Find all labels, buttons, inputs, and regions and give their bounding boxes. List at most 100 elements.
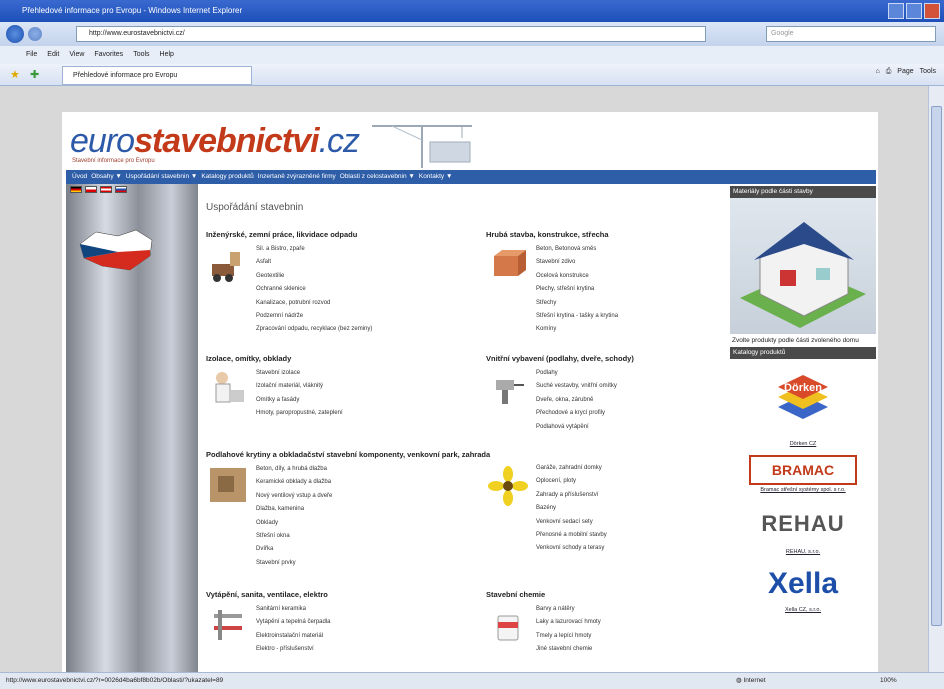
scrollbar-thumb[interactable]: [931, 106, 942, 626]
list-item[interactable]: Geotextilie: [256, 270, 372, 283]
list-item[interactable]: Tmely a lepící hmoty: [536, 630, 601, 643]
list-item[interactable]: Podzemní nádrže: [256, 310, 372, 323]
list-item[interactable]: Nový ventilový vstup a dveře: [256, 490, 490, 503]
list-item[interactable]: Venkovní schody a terasy: [536, 542, 607, 555]
menu-view[interactable]: View: [69, 46, 84, 64]
list-item[interactable]: Jiné stavební chemie: [536, 643, 601, 656]
list-item[interactable]: Stavební izolace: [256, 367, 343, 380]
site-logo[interactable]: eurostavebnictvi.cz: [70, 122, 360, 161]
section-title[interactable]: Vytápění, sanita, ventilace, elektro: [206, 590, 331, 599]
list-item[interactable]: Oplocení, ploty: [536, 475, 607, 488]
list-item[interactable]: Elektroinstalační materiál: [256, 630, 331, 643]
list-item[interactable]: Beton, Betonová směs: [536, 243, 618, 256]
section-title[interactable]: Inženýrské, zemní práce, likvidace odpad…: [206, 230, 372, 239]
page-menu[interactable]: Page: [897, 68, 913, 76]
brand-caption[interactable]: REHAU, s.r.o.: [730, 549, 876, 555]
tab-current[interactable]: Přehledové informace pro Evropu: [62, 66, 252, 85]
tools-menu[interactable]: Tools: [920, 68, 936, 76]
list-item[interactable]: Sil. a Bistro, zpaře: [256, 243, 372, 256]
list-item[interactable]: Kanalizace, potrubní rozvod: [256, 297, 372, 310]
zoom-level[interactable]: 100%: [880, 673, 897, 689]
print-icon[interactable]: ⎙: [886, 68, 892, 76]
search-input[interactable]: Google: [766, 26, 936, 42]
close-button[interactable]: [924, 3, 940, 19]
list-item[interactable]: Venkovní sedací sety: [536, 516, 607, 529]
brand-caption[interactable]: Bramac střešní systémy spol. s r.o.: [730, 487, 876, 493]
list-item[interactable]: Zpracování odpadu, recyklace (bez zeminy…: [256, 323, 372, 336]
section-title[interactable]: Vnitřní vybavení (podlahy, dveře, schody…: [486, 354, 634, 363]
list-item[interactable]: Stavební zdivo: [536, 256, 618, 269]
list-item[interactable]: Stavební prvky: [256, 557, 490, 570]
brand-xella[interactable]: Xella Xella CZ, s.r.o.: [730, 563, 876, 613]
back-button[interactable]: [6, 25, 24, 43]
list-item[interactable]: Omítky a fasády: [256, 394, 343, 407]
list-item[interactable]: Střechy: [536, 297, 618, 310]
list-item[interactable]: Obklady: [256, 517, 490, 530]
menu-edit[interactable]: Edit: [47, 46, 59, 64]
list-item[interactable]: Podlahy: [536, 367, 634, 380]
minimize-button[interactable]: [888, 3, 904, 19]
forward-button[interactable]: [28, 27, 42, 41]
nav-areas[interactable]: Oblasti z celostavebnin ▼: [340, 170, 415, 184]
nav-contacts[interactable]: Kontakty ▼: [419, 170, 453, 184]
brand-rehau[interactable]: REHAU REHAU, s.r.o.: [730, 501, 876, 555]
section-title[interactable]: Izolace, omítky, obklady: [206, 354, 343, 363]
nav-contents[interactable]: Obsahy ▼: [91, 170, 122, 184]
nav-catalogs[interactable]: Katalogy produktů: [201, 170, 253, 184]
list-item[interactable]: Keramické obklady a dlažba: [256, 476, 490, 489]
list-item[interactable]: Garáže, zahradní domky: [536, 462, 607, 475]
list-item[interactable]: Izolační materiál, vláknitý: [256, 380, 343, 393]
flag-pl-icon[interactable]: [85, 186, 97, 193]
list-item[interactable]: Laky a lazurovací hmoty: [536, 616, 601, 629]
list-item[interactable]: Elektro - příslušenství: [256, 643, 331, 656]
section-title[interactable]: Hrubá stavba, konstrukce, střecha: [486, 230, 618, 239]
house-caption[interactable]: Zvolte produkty podle části zvoleného do…: [730, 334, 876, 347]
nav-structure[interactable]: Uspořádání stavebnin ▼: [126, 170, 197, 184]
list-item[interactable]: Suché vestavby, vnitřní omítky: [536, 380, 634, 393]
menu-file[interactable]: File: [26, 46, 37, 64]
list-item[interactable]: Přenosné a mobilní stavby: [536, 529, 607, 542]
nav-highlighted-firms[interactable]: Inzertaně zvýrazněné firmy: [258, 170, 336, 184]
list-item[interactable]: Ocelová konstrukce: [536, 270, 618, 283]
brand-caption[interactable]: Dörken CZ: [730, 441, 876, 447]
menu-help[interactable]: Help: [160, 46, 174, 64]
flag-at-icon[interactable]: [100, 186, 112, 193]
list-item[interactable]: Plechy, střešní krytina: [536, 283, 618, 296]
flag-de-icon[interactable]: [70, 186, 82, 193]
list-item[interactable]: Střešní okna: [256, 530, 490, 543]
list-item[interactable]: Barvy a nátěry: [536, 603, 601, 616]
brand-caption[interactable]: Xella CZ, s.r.o.: [730, 607, 876, 613]
section-structure: Hrubá stavba, konstrukce, střecha Beton,…: [486, 230, 618, 337]
menu-tools[interactable]: Tools: [133, 46, 149, 64]
section-title[interactable]: Stavební chemie: [486, 590, 601, 599]
menu-favorites[interactable]: Favorites: [94, 46, 123, 64]
add-favorite-icon[interactable]: ✚: [30, 68, 39, 81]
brand-bramac[interactable]: BRAMAC Bramac střešní systémy spol. s r.…: [730, 455, 876, 493]
security-zone: ◍ Internet: [736, 673, 796, 689]
maximize-button[interactable]: [906, 3, 922, 19]
house-selector[interactable]: [730, 198, 876, 334]
list-item[interactable]: Dlažba, kamenina: [256, 503, 490, 516]
flag-sk-icon[interactable]: [115, 186, 127, 193]
list-item[interactable]: Dveře, okna, zárubně: [536, 394, 634, 407]
list-item[interactable]: Beton, díly, a hrubá dlažba: [256, 463, 490, 476]
list-item[interactable]: Dvířka: [256, 543, 490, 556]
brand-dorken[interactable]: Dörken Dörken CZ: [730, 367, 876, 447]
list-item[interactable]: Střešní krytina - tašky a krytina: [536, 310, 618, 323]
home-icon[interactable]: ⌂: [875, 68, 879, 76]
address-input[interactable]: http://www.eurostavebnictvi.cz/: [76, 26, 706, 42]
list-item[interactable]: Asfalt: [256, 256, 372, 269]
list-item[interactable]: Bazény: [536, 502, 607, 515]
list-item[interactable]: Hmoty, paropropustné, zateplení: [256, 407, 343, 420]
vertical-scrollbar[interactable]: [928, 86, 944, 672]
list-item[interactable]: Komíny: [536, 323, 618, 336]
list-item[interactable]: Ochranné sklenice: [256, 283, 372, 296]
list-item[interactable]: Zahrady a příslušenství: [536, 489, 607, 502]
favorites-star-icon[interactable]: ★: [10, 68, 20, 81]
list-item[interactable]: Přechodové a krycí profily: [536, 407, 634, 420]
list-item[interactable]: Podlahová vytápění: [536, 421, 634, 434]
list-item[interactable]: Sanitární keramika: [256, 603, 331, 616]
section-title[interactable]: Podlahové krytiny a obkladačství stavebn…: [206, 450, 490, 459]
nav-home[interactable]: Úvod: [72, 170, 87, 184]
list-item[interactable]: Vytápění a tepelná čerpadla: [256, 616, 331, 629]
